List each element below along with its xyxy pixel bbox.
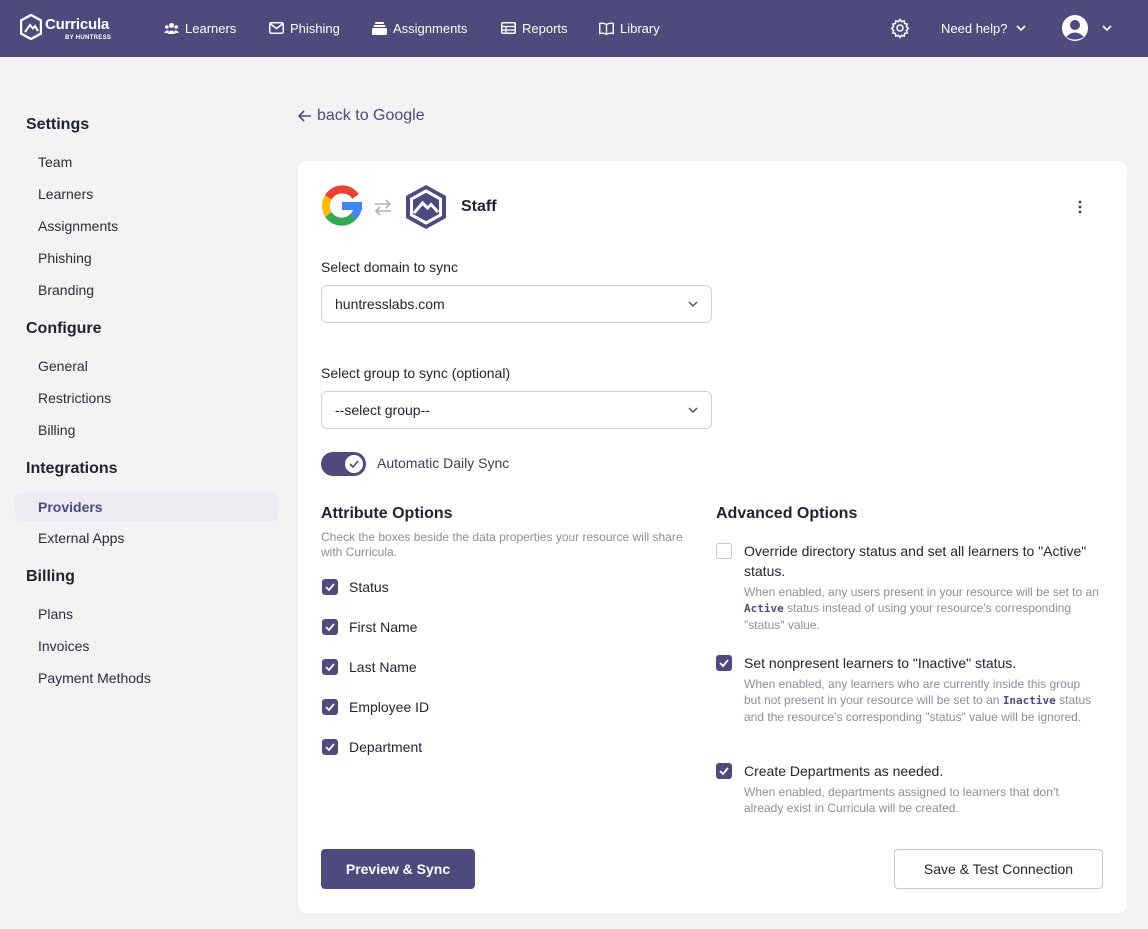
override-status-checkbox[interactable] [716, 543, 732, 559]
group-select-value: --select group-- [335, 402, 430, 418]
domain-select[interactable]: huntresslabs.com [321, 285, 712, 323]
department-checkbox[interactable] [322, 739, 338, 755]
sidebar-item-billing-config[interactable]: Billing [15, 416, 278, 444]
users-icon [164, 22, 179, 34]
curricula-hex-logo-icon [406, 185, 446, 229]
nav-assignments-label: Assignments [393, 20, 468, 36]
check-icon [325, 623, 335, 632]
provider-sync-card: Staff Select domain to sync huntresslabs… [298, 161, 1127, 913]
inactive-nonpresent-description: When enabled, any learners who are curre… [744, 676, 1100, 725]
inactive-status-code: Inactive [1002, 694, 1056, 707]
last-name-checkbox[interactable] [322, 659, 338, 675]
sidebar-item-plans[interactable]: Plans [15, 600, 278, 628]
group-select-label: Select group to sync (optional) [321, 365, 511, 381]
sidebar-item-providers[interactable]: Providers [15, 493, 278, 521]
override-desc-text-1: When enabled, any users present in your … [744, 585, 1099, 599]
save-test-connection-button[interactable]: Save & Test Connection [894, 849, 1103, 889]
sidebar-heading-billing: Billing [26, 568, 75, 585]
nav-assignments[interactable]: Assignments [372, 17, 467, 39]
curricula-logo-icon [20, 14, 42, 40]
advanced-options-title: Advanced Options [716, 505, 858, 522]
sidebar-heading-configure: Configure [26, 320, 102, 337]
nav-library-label: Library [620, 20, 660, 36]
mail-icon [269, 22, 284, 34]
back-link-label: back to Google [317, 107, 425, 124]
toggle-knob [345, 455, 363, 473]
help-label: Need help? [941, 20, 1008, 36]
domain-select-label: Select domain to sync [321, 259, 458, 275]
sidebar-item-team[interactable]: Team [15, 148, 278, 176]
attribute-options-title: Attribute Options [321, 505, 453, 522]
first-name-checkbox-label: First Name [349, 619, 418, 635]
brand-byline: BY HUNTRESS [65, 35, 112, 41]
user-avatar-icon[interactable] [1061, 14, 1089, 42]
check-icon [325, 583, 335, 592]
auto-sync-toggle[interactable] [321, 452, 366, 476]
last-name-checkbox-label: Last Name [349, 659, 417, 675]
group-select[interactable]: --select group-- [321, 391, 712, 429]
brand-name: Curricula [45, 16, 110, 33]
inactive-nonpresent-title: Set nonpresent learners to "Inactive" st… [744, 655, 1017, 671]
sidebar-item-branding[interactable]: Branding [15, 276, 278, 304]
first-name-checkbox[interactable] [322, 619, 338, 635]
chevron-down-icon [688, 407, 698, 414]
create-departments-title: Create Departments as needed. [744, 763, 944, 779]
employee-id-checkbox-label: Employee ID [349, 699, 430, 715]
google-logo-icon [321, 185, 362, 226]
sidebar-item-invoices[interactable]: Invoices [15, 632, 278, 660]
back-to-google-link[interactable]: back to Google [298, 107, 425, 125]
employee-id-checkbox[interactable] [322, 699, 338, 715]
override-status-description: When enabled, any users present in your … [744, 584, 1100, 633]
curricula-logo[interactable]: Curricula BY HUNTRESS [20, 14, 111, 44]
nav-phishing[interactable]: Phishing [269, 17, 340, 39]
check-icon [325, 703, 335, 712]
sidebar-item-payment-methods[interactable]: Payment Methods [15, 664, 278, 692]
attribute-options-description: Check the boxes beside the data properti… [321, 530, 683, 559]
nav-reports[interactable]: Reports [501, 17, 568, 39]
department-checkbox-label: Department [349, 739, 423, 755]
check-icon [719, 659, 729, 668]
stack-icon [372, 21, 387, 35]
sidebar-item-learners[interactable]: Learners [15, 180, 278, 208]
nav-learners-label: Learners [185, 20, 237, 36]
book-icon [599, 21, 614, 35]
settings-gear-icon[interactable] [889, 17, 911, 39]
sidebar-item-external-apps[interactable]: External Apps [15, 524, 278, 552]
account-chevron-down-icon[interactable] [1101, 22, 1113, 34]
nav-library[interactable]: Library [599, 17, 660, 39]
status-checkbox-label: Status [349, 579, 389, 595]
swap-arrows-icon [374, 199, 392, 216]
table-icon [501, 22, 516, 34]
override-status-title: Override directory status and set all le… [744, 543, 1087, 579]
inactive-nonpresent-checkbox[interactable] [716, 655, 732, 671]
auto-sync-label: Automatic Daily Sync [377, 455, 510, 471]
check-icon [719, 767, 729, 776]
arrow-left-icon [298, 110, 311, 122]
create-departments-description: When enabled, departments assigned to le… [744, 785, 1059, 815]
nav-reports-label: Reports [522, 20, 568, 36]
check-icon [325, 663, 335, 672]
sidebar-heading-settings: Settings [26, 116, 90, 133]
help-menu[interactable]: Need help? [941, 17, 1026, 39]
preview-sync-button[interactable]: Preview & Sync [321, 849, 475, 889]
sidebar-item-restrictions[interactable]: Restrictions [15, 384, 278, 412]
chevron-down-icon [688, 301, 698, 308]
domain-select-value: huntresslabs.com [335, 296, 445, 312]
provider-title: Staff [461, 198, 497, 215]
status-checkbox[interactable] [322, 579, 338, 595]
top-navbar: Curricula BY HUNTRESS Learners Phishing … [0, 0, 1148, 57]
check-icon [325, 743, 335, 752]
create-departments-checkbox[interactable] [716, 763, 732, 779]
chevron-down-icon [1015, 24, 1026, 31]
sidebar-heading-integrations: Integrations [26, 460, 118, 477]
nav-phishing-label: Phishing [290, 20, 340, 36]
active-status-code: Active [744, 602, 784, 615]
sidebar-item-assignments[interactable]: Assignments [15, 212, 278, 240]
sidebar-item-general[interactable]: General [15, 352, 278, 380]
check-icon [349, 460, 359, 468]
override-desc-text-2: status instead of using your resource’s … [744, 601, 1072, 632]
more-options-icon[interactable] [1072, 197, 1088, 217]
sidebar-item-phishing[interactable]: Phishing [15, 244, 278, 272]
nav-learners[interactable]: Learners [164, 17, 236, 39]
